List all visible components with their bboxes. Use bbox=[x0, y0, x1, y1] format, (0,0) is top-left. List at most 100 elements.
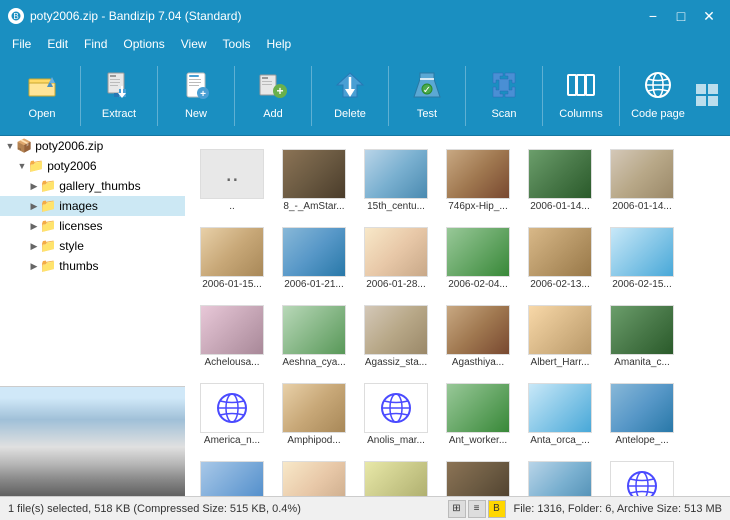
file-item[interactable]: Apis_mellif... bbox=[357, 456, 435, 496]
image-thumb bbox=[610, 383, 674, 433]
status-bar: 1 file(s) selected, 518 KB (Compressed S… bbox=[0, 496, 730, 520]
file-item[interactable]: 2006-01-21... bbox=[275, 222, 353, 296]
file-name: 15th_centu... bbox=[367, 201, 425, 213]
file-name: Amanita_c... bbox=[614, 357, 670, 369]
file-item[interactable]: Achelousa... bbox=[193, 300, 271, 374]
file-name: Amphipod... bbox=[287, 435, 340, 447]
columns-button[interactable]: Columns bbox=[547, 60, 615, 132]
menu-file[interactable]: File bbox=[4, 35, 39, 53]
image-thumb bbox=[282, 305, 346, 355]
file-item[interactable]: 15th_centu... bbox=[357, 144, 435, 218]
file-item[interactable]: 2006-01-15... bbox=[193, 222, 271, 296]
file-item[interactable]: Agasthiya... bbox=[439, 300, 517, 374]
extract-icon bbox=[104, 71, 134, 104]
file-item[interactable]: Antelope_... bbox=[603, 378, 681, 452]
scan-button[interactable]: Scan bbox=[470, 60, 538, 132]
file-item[interactable]: Amanita_c... bbox=[603, 300, 681, 374]
sidebar-item-poty2006[interactable]: ▼ 📁 poty2006 bbox=[0, 156, 185, 176]
file-item[interactable]: Anolis_mar... bbox=[357, 378, 435, 452]
file-item[interactable]: Agassiz_sta... bbox=[357, 300, 435, 374]
file-item[interactable]: 8_-_AmStar... bbox=[275, 144, 353, 218]
file-name: 2006-01-15... bbox=[202, 279, 262, 291]
codepage-label: Code page bbox=[631, 108, 685, 120]
close-button[interactable]: ✕ bbox=[696, 5, 722, 27]
folder-label-gallery: gallery_thumbs bbox=[59, 179, 140, 193]
extract-button[interactable]: Extract bbox=[85, 60, 153, 132]
file-item[interactable]: Astronotus... bbox=[439, 456, 517, 496]
file-item[interactable]: .... bbox=[193, 144, 271, 218]
open-button[interactable]: Open bbox=[8, 60, 76, 132]
menu-tools[interactable]: Tools bbox=[215, 35, 259, 53]
menu-options[interactable]: Options bbox=[115, 35, 172, 53]
file-name: 2006-02-13... bbox=[530, 279, 590, 291]
view-toggle-icon[interactable] bbox=[694, 82, 722, 110]
file-name: Agasthiya... bbox=[452, 357, 504, 369]
bandizip-icon[interactable]: B bbox=[488, 500, 506, 518]
image-thumb bbox=[528, 149, 592, 199]
file-item[interactable]: Austria_Bu... bbox=[603, 456, 681, 496]
file-item[interactable]: Ant_worker... bbox=[439, 378, 517, 452]
archive-label: poty2006.zip bbox=[35, 139, 103, 153]
image-thumb bbox=[282, 149, 346, 199]
new-button[interactable]: + New bbox=[162, 60, 230, 132]
sidebar-item-licenses[interactable]: ▶ 📁 licenses bbox=[0, 216, 185, 236]
file-name: 746px-Hip_... bbox=[448, 201, 507, 213]
sidebar-item-archive[interactable]: ▼ 📦 poty2006.zip bbox=[0, 136, 185, 156]
image-thumb bbox=[200, 305, 264, 355]
toolbar-sep-4 bbox=[311, 66, 312, 126]
folder-icon-images: 📁 bbox=[40, 198, 56, 214]
menu-find[interactable]: Find bbox=[76, 35, 115, 53]
codepage-button[interactable]: Code page bbox=[624, 60, 692, 132]
menu-edit[interactable]: Edit bbox=[39, 35, 76, 53]
add-icon: + bbox=[258, 71, 288, 104]
list-view-icon[interactable]: ≡ bbox=[468, 500, 486, 518]
columns-label: Columns bbox=[559, 108, 602, 120]
file-name: 2006-02-04... bbox=[448, 279, 508, 291]
file-item[interactable]: 2006-02-15... bbox=[603, 222, 681, 296]
file-item[interactable]: 2006-02-04... bbox=[439, 222, 517, 296]
file-item[interactable]: Amphipod... bbox=[275, 378, 353, 452]
menu-help[interactable]: Help bbox=[259, 35, 300, 53]
sidebar-item-gallery[interactable]: ▶ 📁 gallery_thumbs bbox=[0, 176, 185, 196]
menu-view[interactable]: View bbox=[173, 35, 215, 53]
view-icons: ⊞ ≡ B bbox=[448, 500, 506, 518]
file-item[interactable]: 2006-01-14... bbox=[521, 144, 599, 218]
open-icon bbox=[27, 71, 57, 104]
title-bar-controls: − □ ✕ bbox=[640, 5, 722, 27]
file-item[interactable]: 2006-01-28... bbox=[357, 222, 435, 296]
file-item[interactable]: 2006-01-14... bbox=[603, 144, 681, 218]
file-item[interactable]: 746px-Hip_... bbox=[439, 144, 517, 218]
image-thumb bbox=[610, 305, 674, 355]
sidebar-item-images[interactable]: ▶ 📁 images bbox=[0, 196, 185, 216]
delete-button[interactable]: Delete bbox=[316, 60, 384, 132]
minimize-button[interactable]: − bbox=[640, 5, 666, 27]
image-thumb bbox=[610, 149, 674, 199]
file-item[interactable]: Aeshna_cya... bbox=[275, 300, 353, 374]
toolbar-sep-7 bbox=[542, 66, 543, 126]
codepage-icon bbox=[643, 71, 673, 104]
thumbnail-view-icon[interactable]: ⊞ bbox=[448, 500, 466, 518]
file-name: Agassiz_sta... bbox=[365, 357, 427, 369]
file-name: America_n... bbox=[204, 435, 260, 447]
file-item[interactable]: 2006-02-13... bbox=[521, 222, 599, 296]
new-label: New bbox=[185, 108, 207, 120]
toolbar: Open Extract bbox=[0, 56, 730, 136]
file-item[interactable]: Albert_Harr... bbox=[521, 300, 599, 374]
file-item[interactable]: America_n... bbox=[193, 378, 271, 452]
open-label: Open bbox=[29, 108, 56, 120]
columns-icon bbox=[566, 71, 596, 104]
sidebar-item-thumbs[interactable]: ▶ 📁 thumbs bbox=[0, 256, 185, 276]
folder-label-poty: poty2006 bbox=[47, 159, 96, 173]
add-button[interactable]: + Add bbox=[239, 60, 307, 132]
file-name: Antelope_... bbox=[615, 435, 668, 447]
test-button[interactable]: ✓ Test bbox=[393, 60, 461, 132]
file-item[interactable]: Anthomyii... bbox=[193, 456, 271, 496]
sidebar-item-style[interactable]: ▶ 📁 style bbox=[0, 236, 185, 256]
expand-icon-4: ▶ bbox=[28, 201, 40, 212]
file-item[interactable]: Anta_orca_... bbox=[521, 378, 599, 452]
file-item[interactable]: Athabasca_... bbox=[521, 456, 599, 496]
maximize-button[interactable]: □ bbox=[668, 5, 694, 27]
title-bar-left: B poty2006.zip - Bandizip 7.04 (Standard… bbox=[8, 8, 241, 24]
file-item[interactable]: Anvil_shap... bbox=[275, 456, 353, 496]
file-area: ....8_-_AmStar... 15th_centu... 746px-Hip_… bbox=[185, 136, 730, 496]
